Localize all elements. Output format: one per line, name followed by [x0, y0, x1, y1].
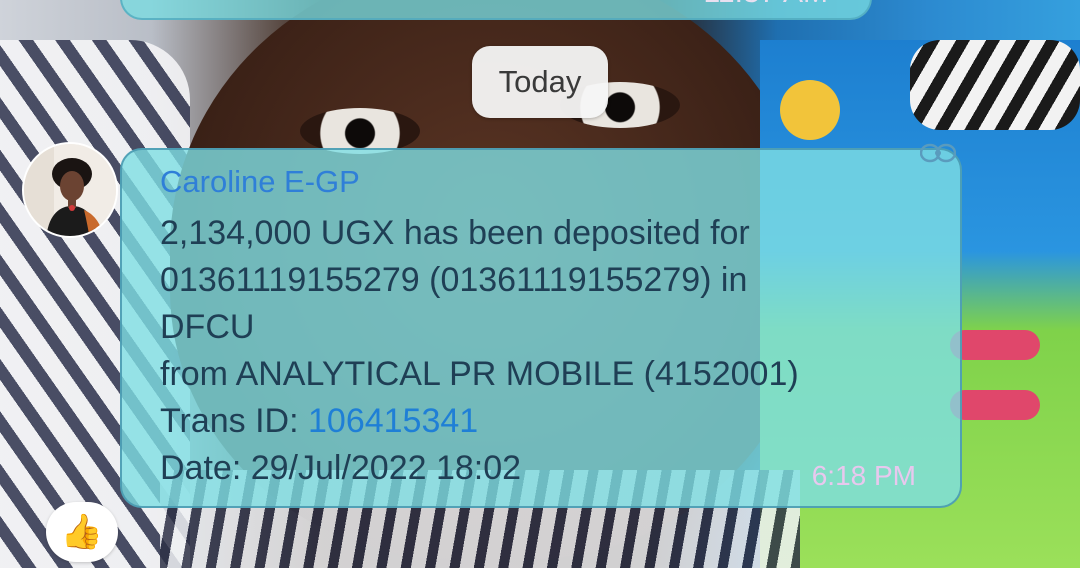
wallpaper-pink-shape	[950, 390, 1040, 420]
previous-message-bubble[interactable]: 11:37 AM	[120, 0, 872, 20]
avatar-portrait-icon	[24, 144, 116, 236]
message-body: 2,134,000 UGX has been deposited for 013…	[160, 210, 920, 492]
reaction-chip[interactable]: 👍	[46, 502, 118, 562]
previous-message-time: 11:37 AM	[703, 0, 828, 8]
message-bubble[interactable]: Caroline E-GP 2,134,000 UGX has been dep…	[120, 143, 962, 508]
message-line: DFCU	[160, 308, 255, 346]
message-line: 2,134,000 UGX has been deposited for	[160, 214, 750, 252]
bubble-bow-icon	[920, 143, 956, 163]
date-line: Date: 29/Jul/2022 18:02	[160, 449, 522, 487]
sender-name[interactable]: Caroline E-GP	[160, 162, 360, 202]
date-divider: Today	[472, 46, 608, 118]
wallpaper-pink-shape	[950, 330, 1040, 360]
wallpaper-zebra-pattern	[910, 40, 1080, 130]
message-time: 6:18 PM	[811, 460, 916, 491]
trans-id-label: Trans ID:	[160, 402, 308, 440]
sender-avatar[interactable]	[22, 142, 118, 238]
message-line: from ANALYTICAL PR MOBILE (4152001)	[160, 355, 799, 393]
trans-id-link[interactable]: 106415341	[308, 402, 478, 440]
trans-id-line: Trans ID: 106415341	[160, 398, 920, 445]
thumbs-up-icon: 👍	[60, 513, 104, 551]
wallpaper-yellow-dot	[780, 80, 840, 140]
message-line: 01361119155279 (01361119155279) in	[160, 261, 748, 299]
